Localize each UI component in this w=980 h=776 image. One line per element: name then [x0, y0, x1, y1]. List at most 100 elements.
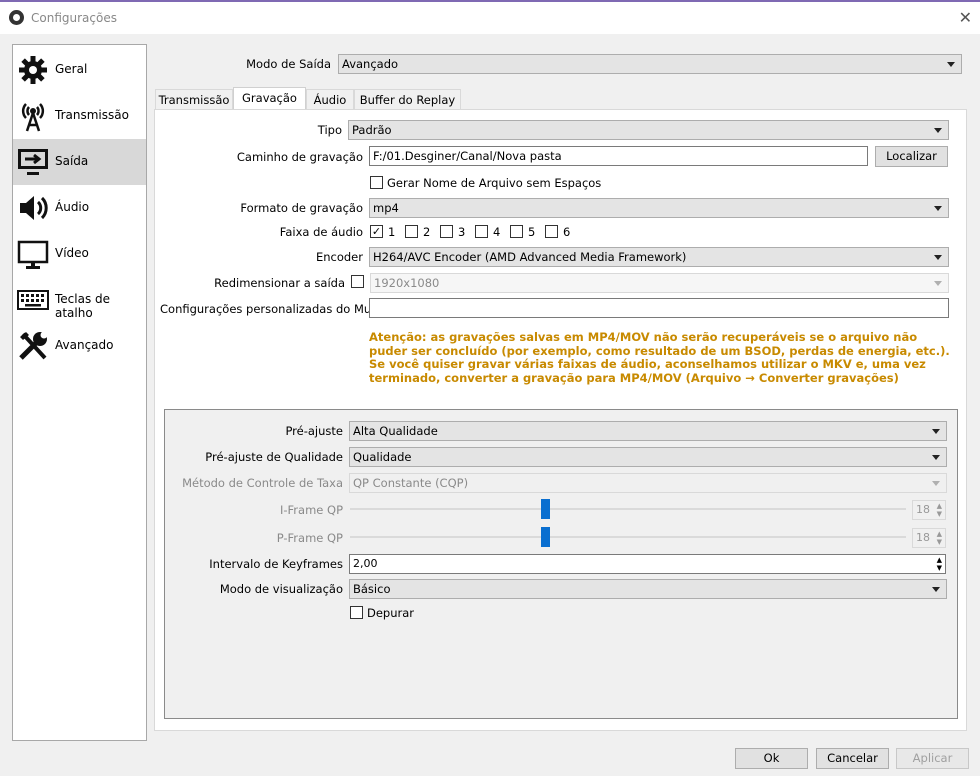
recording-path-input[interactable]: F:/01.Desginer/Canal/Nova pasta — [369, 146, 868, 166]
obs-logo-icon — [9, 10, 24, 25]
chevron-down-icon — [934, 255, 942, 260]
iframe-qp-slider[interactable] — [350, 508, 906, 510]
muxer-settings-input[interactable] — [369, 298, 949, 318]
iframe-qp-label: I-Frame QP — [279, 503, 343, 517]
browse-button[interactable]: Localizar — [875, 146, 948, 167]
tab-gravacao[interactable]: Gravação — [233, 87, 306, 110]
tools-icon — [19, 331, 48, 360]
spin-arrows-icon: ▲ ▼ — [936, 502, 942, 518]
sidebar-item-label: Teclas de atalho — [55, 292, 111, 320]
spin-arrows-icon: ▲ ▼ — [936, 556, 942, 572]
tab-audio[interactable]: Áudio — [306, 89, 354, 110]
encoder-value: H264/AVC Encoder (AMD Advanced Media Fra… — [373, 250, 687, 264]
iframe-qp-slider-handle[interactable] — [541, 499, 550, 519]
chevron-down-icon — [932, 429, 940, 434]
close-icon[interactable]: ✕ — [959, 8, 972, 27]
type-label: Tipo — [317, 123, 342, 137]
output-mode-label: Modo de Saída — [246, 57, 331, 71]
cancel-button[interactable]: Cancelar — [816, 748, 889, 769]
gear-icon — [19, 56, 47, 84]
pframe-qp-slider-handle[interactable] — [541, 527, 550, 547]
audio-track-3-checkbox[interactable] — [440, 225, 453, 238]
sidebar-item-saida[interactable]: Saída — [13, 139, 146, 185]
quality-preset-value: Qualidade — [353, 450, 412, 464]
chevron-down-icon — [934, 206, 942, 211]
sidebar-item-teclas[interactable]: Teclas de atalho — [13, 277, 146, 323]
keyframe-interval-label: Intervalo de Keyframes — [209, 557, 343, 571]
tab-buffer-replay[interactable]: Buffer do Replay — [354, 89, 461, 110]
pframe-qp-label: P-Frame QP — [276, 531, 343, 545]
output-icon — [18, 149, 48, 175]
rate-control-label: Método de Controle de Taxa — [182, 476, 343, 490]
audio-track-6-label: 6 — [563, 225, 571, 239]
ok-button[interactable]: Ok — [735, 748, 808, 769]
sidebar-item-label: Avançado — [55, 338, 114, 352]
pframe-qp-value: 18 — [916, 531, 930, 544]
speaker-icon — [20, 196, 48, 220]
output-mode-select[interactable]: Avançado — [338, 54, 962, 74]
audio-track-3-label: 3 — [458, 225, 466, 239]
chevron-down-icon — [932, 587, 940, 592]
type-select[interactable]: Padrão — [348, 120, 949, 140]
iframe-qp-value: 18 — [916, 503, 930, 516]
spin-arrows-icon: ▲ ▼ — [936, 530, 942, 546]
chevron-down-icon — [947, 62, 955, 67]
audio-track-6-checkbox[interactable] — [545, 225, 558, 238]
audio-track-2-checkbox[interactable] — [405, 225, 418, 238]
sidebar-item-label: Transmissão — [55, 108, 129, 122]
view-mode-value: Básico — [353, 582, 391, 596]
rescale-select[interactable]: 1920x1080 — [370, 273, 949, 293]
encoder-select[interactable]: H264/AVC Encoder (AMD Advanced Media Fra… — [369, 247, 949, 267]
quality-preset-select[interactable]: Qualidade — [349, 447, 947, 467]
audio-track-label: Faixa de áudio — [279, 225, 363, 239]
apply-button[interactable]: Aplicar — [896, 748, 969, 769]
sidebar-item-label: Áudio — [55, 200, 90, 214]
audio-track-4-checkbox[interactable] — [475, 225, 488, 238]
pframe-qp-spinbox[interactable]: 18 ▲ ▼ — [912, 528, 946, 548]
sidebar-item-label: Vídeo — [55, 246, 89, 260]
keyframe-interval-value: 2,00 — [353, 557, 378, 570]
debug-label: Depurar — [367, 606, 415, 620]
output-mode-value: Avançado — [342, 57, 399, 71]
sidebar-item-video[interactable]: Vídeo — [13, 231, 146, 277]
audio-track-1-checkbox[interactable]: ✓ — [370, 225, 383, 238]
sidebar-item-label: Geral — [55, 62, 88, 76]
preset-label: Pré-ajuste — [285, 424, 343, 438]
quality-preset-label: Pré-ajuste de Qualidade — [205, 450, 343, 464]
no-space-filename-checkbox[interactable] — [370, 176, 383, 189]
rescale-checkbox[interactable] — [351, 275, 364, 288]
chevron-down-icon — [934, 281, 942, 286]
preset-select[interactable]: Alta Qualidade — [349, 421, 947, 441]
debug-checkbox[interactable] — [350, 606, 363, 619]
pframe-qp-slider[interactable] — [350, 536, 906, 538]
encoder-label: Encoder — [315, 250, 363, 264]
rate-control-select[interactable]: QP Constante (CQP) — [349, 473, 947, 493]
sidebar-item-avancado[interactable]: Avançado — [13, 323, 146, 369]
sidebar-item-audio[interactable]: Áudio — [13, 185, 146, 231]
view-mode-label: Modo de visualização — [219, 582, 343, 596]
keyboard-icon — [17, 290, 49, 310]
view-mode-select[interactable]: Básico — [349, 579, 947, 599]
sidebar-item-geral[interactable]: Geral — [13, 47, 146, 93]
audio-track-5-checkbox[interactable] — [510, 225, 523, 238]
rescale-label: Redimensionar a saída — [214, 276, 345, 290]
tab-transmissao[interactable]: Transmissão — [155, 89, 233, 110]
keyframe-interval-spinbox[interactable]: 2,00 ▲ ▼ — [349, 554, 946, 574]
muxer-label: Configurações personalizadas do Muxer — [160, 302, 390, 316]
chevron-down-icon — [932, 481, 940, 486]
chevron-down-icon — [932, 455, 940, 460]
checkmark-icon: ✓ — [371, 225, 382, 238]
audio-track-5-label: 5 — [528, 225, 536, 239]
mp4-warning-text: Atenção: as gravações salvas em MP4/MOV … — [369, 330, 950, 385]
settings-sidebar: Geral Transmissão Saída Áudio Vídeo Tecl… — [12, 44, 147, 741]
rate-control-value: QP Constante (CQP) — [353, 476, 469, 490]
window-title: Configurações — [31, 11, 117, 25]
iframe-qp-spinbox[interactable]: 18 ▲ ▼ — [912, 500, 946, 520]
rescale-value: 1920x1080 — [374, 276, 440, 290]
format-value: mp4 — [373, 201, 399, 215]
sidebar-item-label: Saída — [55, 154, 89, 168]
format-label: Formato de gravação — [240, 201, 363, 215]
monitor-icon — [17, 240, 49, 269]
title-bar: Configurações ✕ — [0, 2, 980, 34]
format-select[interactable]: mp4 — [369, 198, 949, 218]
